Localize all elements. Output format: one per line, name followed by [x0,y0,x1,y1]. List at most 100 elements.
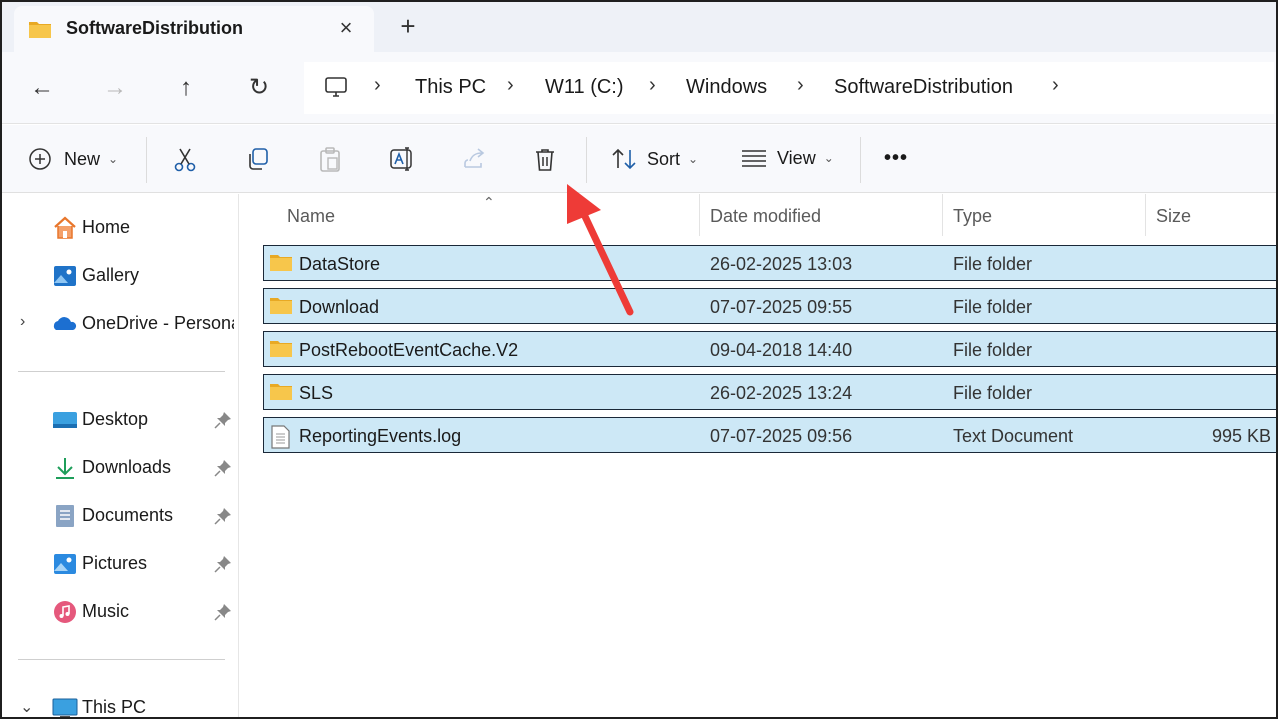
sidebar-item-label: Home [82,217,131,237]
sidebar-item-label: Music [82,601,130,621]
sidebar-item-this-pc[interactable]: ⌄ This PC [2,691,238,717]
column-header-date-modified[interactable]: Date modified [710,206,821,227]
sidebar-item-pictures[interactable]: Pictures [2,547,238,581]
expand-chevron-icon[interactable]: › [20,313,25,331]
file-name: Download [299,297,380,317]
refresh-button[interactable]: ↻ [243,72,275,104]
file-row[interactable]: SLS 26-02-2025 13:24 File folder [263,374,1276,410]
chevron-down-icon: ⌄ [108,152,119,166]
file-row[interactable]: Download 07-07-2025 09:55 File folder [263,288,1276,324]
file-type: File folder [953,297,1033,317]
chevron-down-icon: ⌄ [823,151,834,165]
share-button[interactable] [462,147,488,171]
address-bar[interactable]: › This PC › W11 (C:) › Windows › Softwar… [304,62,1274,114]
tab-software-distribution[interactable]: SoftwareDistribution × [14,6,374,52]
breadcrumb-w11-c[interactable]: W11 (C:) [545,76,624,99]
folder-icon [269,382,293,407]
file-size: 995 KB [1211,426,1271,446]
more-options-button[interactable]: ••• [884,147,908,170]
sidebar-item-desktop[interactable]: Desktop [2,403,238,437]
divider [18,371,225,372]
pictures-icon [52,551,78,577]
new-tab-button[interactable]: + [394,12,422,40]
sidebar-item-label: Gallery [82,265,140,285]
sidebar-item-label: This PC [82,697,147,717]
file-type: File folder [953,383,1033,403]
file-row[interactable]: DataStore 26-02-2025 13:03 File folder [263,245,1276,281]
sort-label: Sort [647,148,681,169]
sidebar-item-home[interactable]: Home [2,211,238,245]
breadcrumb-separator[interactable]: › [1052,74,1059,97]
pin-icon[interactable] [214,603,232,626]
share-icon [462,147,488,171]
view-button[interactable]: View ⌄ [741,147,834,169]
gallery-icon [52,263,78,289]
tab-strip: SoftwareDistribution × + [2,2,1276,52]
home-icon [52,215,78,241]
rename-icon [389,147,415,171]
paste-button[interactable] [318,147,342,173]
copy-button[interactable] [246,147,270,171]
column-divider[interactable] [1145,194,1146,236]
file-row[interactable]: PostRebootEventCache.V2 09-04-2018 14:40… [263,331,1276,367]
breadcrumb-this-pc[interactable]: This PC [415,76,486,99]
up-button[interactable]: ↑ [170,72,202,104]
pin-icon[interactable] [214,459,232,482]
folder-icon [269,253,293,278]
sidebar-item-label: Downloads [82,457,172,477]
file-row[interactable]: ReportingEvents.log 07-07-2025 09:56 Tex… [263,417,1276,453]
sidebar-item-music[interactable]: Music [2,595,238,629]
sidebar-item-label: Documents [82,505,174,525]
sidebar-item-documents[interactable]: Documents [2,499,238,533]
clipboard-icon [318,147,342,173]
sidebar-item-label: Desktop [82,409,149,429]
breadcrumb-windows[interactable]: Windows [686,76,767,99]
file-explorer-window: SoftwareDistribution × + ← → ↑ ↻ › This … [0,0,1278,719]
close-tab-icon[interactable]: × [332,14,360,42]
sidebar-item-gallery[interactable]: Gallery [2,259,238,293]
collapse-chevron-icon[interactable]: ⌄ [20,697,33,717]
delete-button[interactable] [533,147,557,173]
sidebar-item-label: Pictures [82,553,148,573]
pin-icon[interactable] [214,507,232,530]
divider [146,137,147,183]
file-list-pane: ⌃ Name Date modified Type Size DataStore… [240,194,1276,717]
breadcrumb-software-distribution[interactable]: SoftwareDistribution [834,76,1013,99]
navigation-pane: Home Gallery › OneDrive - Personal Deskt… [2,194,239,717]
trash-icon [533,147,557,173]
sort-button[interactable]: Sort ⌄ [611,147,698,171]
file-name: PostRebootEventCache.V2 [299,340,519,360]
column-header-type[interactable]: Type [953,206,992,227]
divider [18,659,225,660]
folder-icon [269,339,293,364]
breadcrumb-separator: › [507,74,514,96]
file-type: Text Document [953,426,1074,446]
view-lines-icon [741,147,767,169]
sidebar-item-label: OneDrive - Personal [82,313,234,333]
file-type: File folder [953,254,1033,274]
file-name: SLS [299,383,334,403]
breadcrumb-separator: › [374,74,381,96]
file-name: ReportingEvents.log [299,426,462,446]
pin-icon[interactable] [214,411,232,434]
column-header-name[interactable]: Name [287,206,335,227]
rename-button[interactable] [389,147,415,171]
this-pc-icon [52,695,78,717]
pin-icon[interactable] [214,555,232,578]
cut-button[interactable] [173,147,197,173]
forward-button[interactable]: → [99,72,131,104]
file-date: 07-07-2025 09:56 [710,426,853,446]
column-header-size[interactable]: Size [1156,206,1191,227]
sidebar-item-onedrive[interactable]: › OneDrive - Personal [2,307,238,341]
file-name: DataStore [299,254,381,274]
new-button[interactable]: New ⌄ [28,147,118,171]
column-divider[interactable] [699,194,700,236]
copy-icon [246,147,270,171]
breadcrumb-separator: › [649,74,656,96]
sidebar-item-downloads[interactable]: Downloads [2,451,238,485]
music-icon [52,599,78,625]
back-button[interactable]: ← [26,72,58,104]
column-divider[interactable] [942,194,943,236]
sort-ascending-icon: ⌃ [483,194,495,210]
breadcrumb-separator: › [797,74,804,96]
